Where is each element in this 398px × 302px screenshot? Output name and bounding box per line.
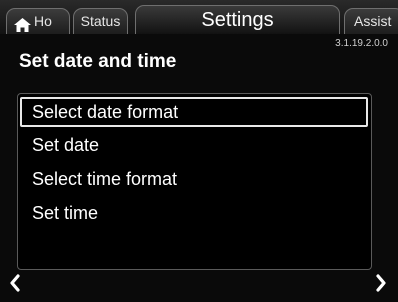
next-button[interactable] [374, 274, 388, 292]
menu-item-set-date[interactable]: Set date [20, 131, 368, 161]
chevron-left-icon [10, 274, 20, 292]
menu-item-select-date-format[interactable]: Select date format [20, 97, 368, 127]
menu-item-label: Select time format [32, 169, 178, 189]
firmware-version: 3.1.19.2.0.0 [335, 38, 388, 49]
chevron-right-icon [376, 274, 386, 292]
tab-bar: Ho Status Settings Assist [0, 0, 398, 34]
menu-item-label: Set time [32, 203, 99, 223]
menu-item-label: Select date format [32, 102, 179, 122]
menu-item-label: Set date [32, 135, 100, 155]
tab-assist[interactable]: Assist [344, 8, 398, 34]
tab-settings[interactable]: Settings [135, 5, 340, 34]
menu-panel: Select date format Set date Select time … [17, 93, 372, 270]
home-icon [14, 15, 31, 39]
previous-button[interactable] [8, 274, 22, 292]
device-screen: Ho Status Settings Assist 3.1.19.2.0.0 S… [0, 0, 398, 302]
menu-item-select-time-format[interactable]: Select time format [20, 165, 368, 195]
page-title: Set date and time [19, 51, 177, 72]
tab-status[interactable]: Status [73, 8, 128, 34]
tab-status-label: Status [80, 13, 121, 29]
tab-home[interactable]: Ho [6, 8, 70, 34]
tab-assist-label: Assist [354, 13, 392, 29]
menu-item-set-time[interactable]: Set time [20, 199, 368, 229]
tab-settings-label: Settings [201, 9, 274, 31]
tab-home-label: Ho [34, 13, 52, 29]
